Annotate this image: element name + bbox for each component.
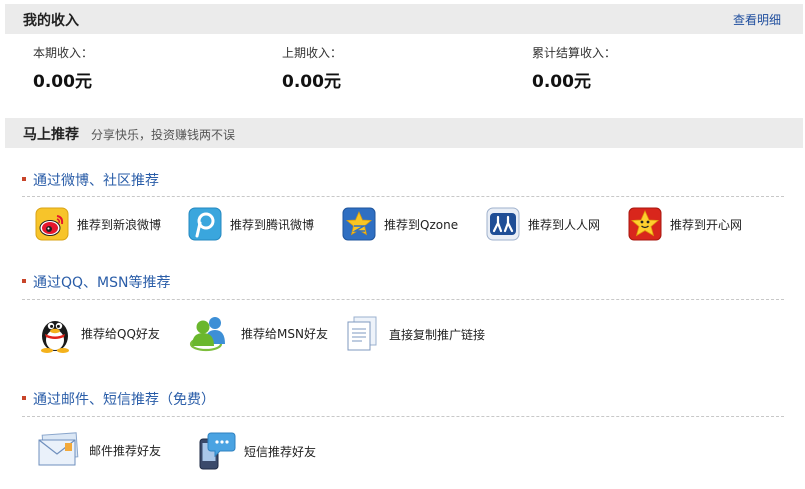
sina-weibo-icon <box>35 207 69 241</box>
income-title: 我的收入 <box>23 13 79 29</box>
share-email-friends[interactable]: 邮件推荐好友 <box>37 431 161 469</box>
share-tencent-weibo[interactable]: 推荐到腾讯微博 <box>188 207 314 241</box>
item-label: 推荐给QQ好友 <box>81 326 160 341</box>
previous-period-income: 上期收入： 0.00元 <box>282 44 342 92</box>
email-envelope-icon <box>37 431 81 469</box>
share-renren[interactable]: 推荐到人人网 <box>486 207 600 241</box>
section-title-text: 通过QQ、MSN等推荐 <box>33 275 171 291</box>
item-label: 推荐到开心网 <box>670 217 743 232</box>
stat-value: 0.00元 <box>33 72 92 92</box>
view-details-link[interactable]: 查看明细 <box>733 11 781 28</box>
section-title-text: 通过微博、社区推荐 <box>33 173 159 189</box>
share-qq-friends[interactable]: 推荐给QQ好友 <box>37 312 160 354</box>
section-title-social: 通过微博、社区推荐 <box>22 170 159 190</box>
item-label: 直接复制推广链接 <box>389 327 486 342</box>
item-label: 推荐到腾讯微博 <box>230 217 315 232</box>
current-period-income: 本期收入： 0.00元 <box>33 44 93 92</box>
section-title-text: 通过邮件、短信推荐（免费） <box>33 392 215 408</box>
section-title-im: 通过QQ、MSN等推荐 <box>22 272 170 292</box>
stat-value: 0.00元 <box>532 72 591 92</box>
share-qzone[interactable]: 推荐到Qzone <box>342 207 458 241</box>
bullet-icon <box>22 396 26 400</box>
sms-phone-icon <box>196 431 236 471</box>
stat-label: 本期收入： <box>33 46 94 60</box>
kaixin-icon <box>628 207 662 241</box>
copy-document-icon <box>345 314 381 354</box>
share-msn-friends[interactable]: 推荐给MSN好友 <box>189 314 328 352</box>
share-kaixin[interactable]: 推荐到开心网 <box>628 207 742 241</box>
qq-penguin-icon <box>37 312 73 354</box>
divider <box>22 416 784 417</box>
stat-value: 0.00元 <box>282 72 341 92</box>
msn-icon <box>189 314 233 352</box>
income-header: 我的收入 查看明细 <box>5 4 803 34</box>
bullet-icon <box>22 177 26 181</box>
cumulative-income: 累计结算收入： 0.00元 <box>532 44 616 92</box>
item-label: 推荐到Qzone <box>384 217 459 232</box>
qzone-icon <box>342 207 376 241</box>
bullet-icon <box>22 279 26 283</box>
recommend-title: 马上推荐 <box>23 127 79 143</box>
recommend-header: 马上推荐 分享快乐，投资赚钱两不误 <box>5 118 803 148</box>
tencent-weibo-icon <box>188 207 222 241</box>
stat-label: 上期收入： <box>282 46 343 60</box>
copy-promo-link[interactable]: 直接复制推广链接 <box>345 314 485 354</box>
section-title-email-sms: 通过邮件、短信推荐（免费） <box>22 389 215 409</box>
item-label: 短信推荐好友 <box>244 444 317 459</box>
divider <box>22 196 784 197</box>
item-label: 推荐到人人网 <box>528 217 601 232</box>
share-sina-weibo[interactable]: 推荐到新浪微博 <box>35 207 161 241</box>
recommend-subtitle: 分享快乐，投资赚钱两不误 <box>91 128 236 142</box>
stat-label: 累计结算收入： <box>532 46 617 60</box>
item-label: 推荐给MSN好友 <box>241 326 328 341</box>
divider <box>22 299 784 300</box>
renren-icon <box>486 207 520 241</box>
share-sms-friends[interactable]: 短信推荐好友 <box>196 431 316 471</box>
item-label: 邮件推荐好友 <box>89 443 162 458</box>
item-label: 推荐到新浪微博 <box>77 217 162 232</box>
